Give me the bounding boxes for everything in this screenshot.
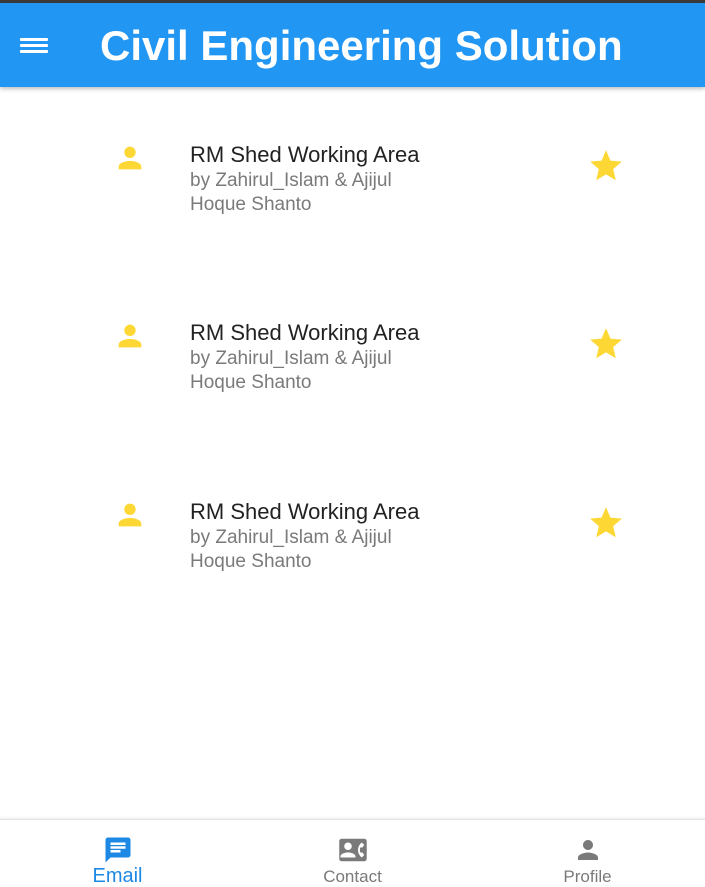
star-icon[interactable] (587, 147, 625, 185)
item-title: RM Shed Working Area (190, 499, 420, 524)
app-title: Civil Engineering Solution (100, 22, 623, 69)
nav-item-email[interactable]: Email (0, 820, 235, 887)
list-item[interactable]: RM Shed Working Area by Zahirul_Islam & … (0, 141, 705, 261)
item-title: RM Shed Working Area (190, 142, 420, 167)
bottom-navigation: Email Contact Profile (0, 819, 705, 887)
star-icon[interactable] (587, 325, 625, 363)
nav-label-profile: Profile (563, 867, 612, 886)
person-icon (118, 503, 142, 527)
contact-card-icon (338, 838, 367, 862)
nav-label-contact: Contact (323, 867, 382, 886)
nav-item-contact[interactable]: Contact (235, 820, 470, 886)
item-title: RM Shed Working Area (190, 320, 420, 345)
nav-label-email: Email (92, 865, 143, 887)
hamburger-menu-icon[interactable] (14, 27, 54, 63)
person-icon (577, 840, 598, 860)
star-icon[interactable] (587, 504, 625, 542)
message-icon (105, 837, 130, 863)
app-bar: Civil Engineering Solution (0, 3, 705, 87)
person-icon (118, 324, 142, 348)
item-author: by Zahirul_Islam & Ajijul Hoque Shanto (190, 170, 392, 215)
person-icon (118, 146, 142, 170)
list-item[interactable]: RM Shed Working Area by Zahirul_Islam & … (0, 319, 705, 439)
nav-item-profile[interactable]: Profile (470, 820, 705, 886)
item-author: by Zahirul_Islam & Ajijul Hoque Shanto (190, 348, 392, 393)
item-author: by Zahirul_Islam & Ajijul Hoque Shanto (190, 527, 392, 572)
list-item[interactable]: RM Shed Working Area by Zahirul_Islam & … (0, 498, 705, 618)
